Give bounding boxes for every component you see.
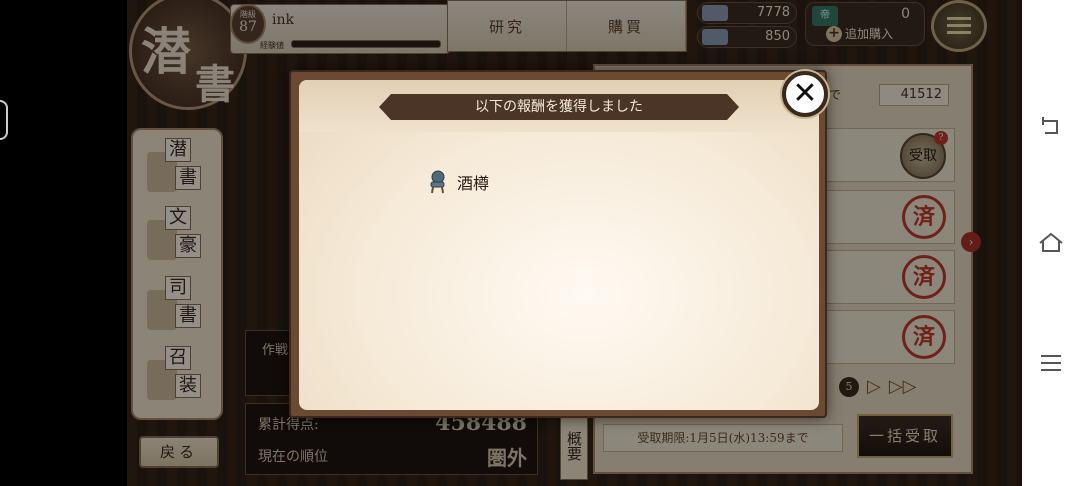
left-edge-handle bbox=[0, 100, 8, 140]
home-nav-icon[interactable] bbox=[1032, 224, 1070, 262]
reward-dialog: 以下の報酬を獲得しました 酒樽 bbox=[289, 70, 827, 418]
close-button[interactable]: ✕ bbox=[782, 71, 828, 117]
reward-name: 酒樽 bbox=[457, 174, 490, 193]
dialog-body: 以下の報酬を獲得しました 酒樽 bbox=[299, 80, 819, 410]
dialog-title: 以下の報酬を獲得しました bbox=[379, 94, 739, 120]
back-nav-icon[interactable] bbox=[1032, 108, 1070, 146]
reward-item: 酒樽 bbox=[427, 170, 489, 194]
android-nav-bar bbox=[1022, 0, 1080, 486]
recents-nav-icon[interactable] bbox=[1032, 344, 1070, 382]
chair-icon bbox=[427, 170, 447, 194]
game-screen: 潜 書 階級 87 ink 経験値 研究 購買 7778 850 帝 0 + 追… bbox=[127, 0, 1022, 486]
